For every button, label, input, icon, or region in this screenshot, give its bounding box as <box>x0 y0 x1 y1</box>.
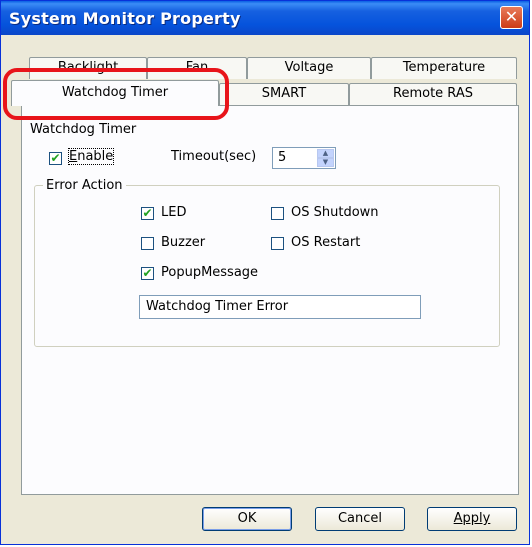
os-shutdown-checkbox[interactable] <box>271 207 284 220</box>
enable-label[interactable]: Enable <box>67 148 115 165</box>
check-icon: ✔ <box>142 266 153 280</box>
popup-message-label: PopupMessage <box>161 265 259 280</box>
os-shutdown-label: OS Shutdown <box>291 205 379 220</box>
spin-up-icon[interactable]: ▲ <box>317 149 334 158</box>
led-label: LED <box>161 205 187 220</box>
tab-label: Remote RAS <box>393 86 473 101</box>
ok-button[interactable]: OK <box>202 507 292 531</box>
watchdog-section-label: Watchdog Timer <box>30 122 137 137</box>
spinner-buttons: ▲ ▼ <box>317 149 334 167</box>
apply-label: Apply <box>453 511 491 526</box>
enable-label-text: nable <box>77 149 114 164</box>
tab-temperature[interactable]: Temperature <box>371 57 517 79</box>
property-dialog: System Monitor Property ✕ Backlight Fan … <box>0 0 530 545</box>
timeout-spinner[interactable]: 5 ▲ ▼ <box>272 147 336 169</box>
spin-down-icon[interactable]: ▼ <box>317 158 334 167</box>
led-checkbox[interactable]: ✔ <box>141 207 154 220</box>
close-button[interactable]: ✕ <box>500 6 523 29</box>
check-icon: ✔ <box>50 151 61 165</box>
check-icon: ✔ <box>142 206 153 220</box>
tab-remote-ras[interactable]: Remote RAS <box>349 83 517 105</box>
tab-highlight-annotation <box>3 68 229 120</box>
buzzer-label: Buzzer <box>161 235 206 250</box>
tab-label: Temperature <box>402 60 486 75</box>
tab-label: SMART <box>261 86 307 101</box>
timeout-value[interactable]: 5 <box>278 150 286 165</box>
tab-voltage[interactable]: Voltage <box>247 57 371 79</box>
cancel-button[interactable]: Cancel <box>315 507 405 531</box>
timeout-label: Timeout(sec) <box>171 149 257 164</box>
error-action-group <box>34 185 500 347</box>
window-title: System Monitor Property <box>9 9 241 28</box>
title-bar: System Monitor Property ✕ <box>1 1 529 35</box>
popup-message-input[interactable]: Watchdog Timer Error <box>139 295 421 319</box>
os-restart-label: OS Restart <box>291 235 361 250</box>
close-icon: ✕ <box>504 7 519 26</box>
tab-smart[interactable]: SMART <box>219 83 349 105</box>
popup-message-checkbox[interactable]: ✔ <box>141 267 154 280</box>
enable-checkbox[interactable]: ✔ <box>49 152 62 165</box>
error-action-label: Error Action <box>43 178 126 193</box>
os-restart-checkbox[interactable] <box>271 237 284 250</box>
tab-label: Voltage <box>284 60 334 75</box>
buzzer-checkbox[interactable] <box>141 237 154 250</box>
apply-button[interactable]: Apply <box>427 507 517 531</box>
